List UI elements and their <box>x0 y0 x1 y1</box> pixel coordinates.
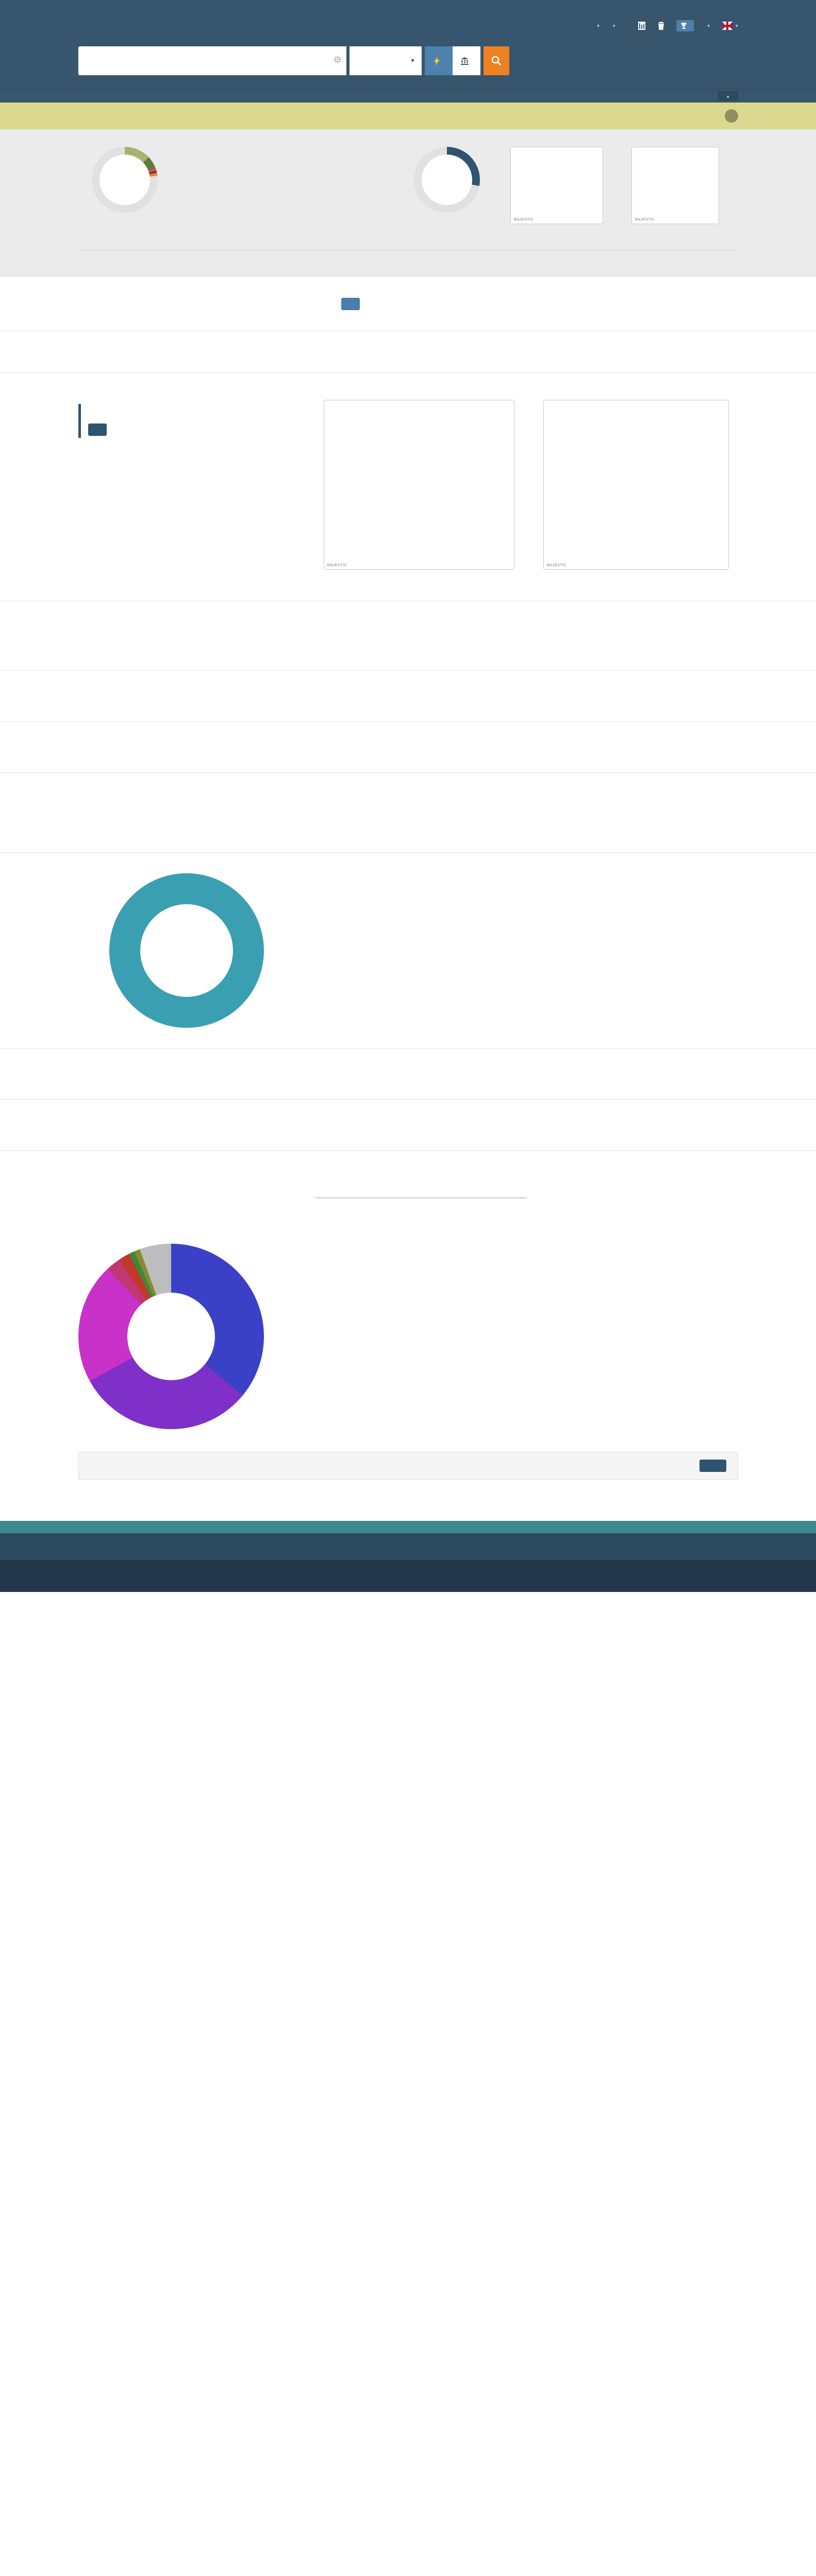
link-graph-alert <box>78 404 305 438</box>
search-button[interactable] <box>484 46 509 75</box>
bank-icon <box>461 57 469 65</box>
backlink-history-section <box>0 721 816 772</box>
nav-support[interactable]: ▾ <box>611 23 615 29</box>
nav-my-account[interactable]: ▾ <box>705 23 710 29</box>
trophy-icon <box>680 22 687 29</box>
fresh-index-button[interactable] <box>425 46 453 75</box>
external-backlinks-group-header <box>527 1187 738 1198</box>
citation-flow-gauge <box>414 147 480 213</box>
improve-strip <box>0 1521 816 1533</box>
site-footer <box>0 1560 816 1592</box>
logo-stars-icon <box>81 19 128 32</box>
link-profile-thumbnail[interactable]: MAJESTIC <box>631 147 719 224</box>
link-density-section <box>0 670 816 721</box>
search-type-select[interactable]: ▼ <box>349 46 422 75</box>
trophy-badge[interactable] <box>676 20 694 31</box>
topical-stacked-bar <box>341 622 738 645</box>
summary-panel: MAJESTIC MAJESTIC <box>0 129 816 276</box>
link-types-donut <box>109 873 264 1028</box>
uk-flag-icon <box>721 22 734 30</box>
backlink-breakdown-section <box>0 772 816 852</box>
link-types-section <box>0 852 816 1048</box>
language-selector[interactable]: ▾ <box>721 22 738 30</box>
index-stats-row <box>78 250 738 261</box>
link-charts-section: MAJESTIC MAJESTIC <box>0 372 816 601</box>
url-info-section <box>0 331 816 372</box>
bucket-icon[interactable] <box>657 21 665 30</box>
topical-trust-flow-section <box>0 601 816 670</box>
nav-tools[interactable]: ▾ <box>595 23 599 29</box>
pdf-report-bar <box>78 1452 738 1480</box>
trust-flow-gauge <box>92 147 158 213</box>
historic-index-button[interactable] <box>453 46 480 75</box>
pdf-report-button[interactable] <box>700 1460 726 1472</box>
top-links-section <box>0 276 816 331</box>
search-input[interactable] <box>84 57 334 65</box>
check-it-out-button[interactable] <box>88 423 107 436</box>
magnifier-icon <box>491 56 502 66</box>
search-options-gear-icon[interactable] <box>334 56 341 66</box>
trust-flow-value <box>99 155 150 205</box>
actions-button[interactable]: ▾ <box>718 91 738 100</box>
more-link-context-button[interactable] <box>341 298 360 310</box>
link-graph-panel[interactable]: MAJESTIC <box>324 400 514 570</box>
duplicate-analysis-section <box>0 1048 816 1099</box>
anchor-text-section <box>0 1150 816 1500</box>
anchor-text-table <box>315 1187 738 1198</box>
report-icon[interactable] <box>638 21 646 30</box>
referring-domains-section <box>0 1099 816 1150</box>
citation-flow-value <box>422 155 472 205</box>
index-footer <box>0 1533 816 1560</box>
domain-switch-notice <box>0 103 816 129</box>
report-tabs: ▾ <box>0 89 816 103</box>
notice-close-button[interactable] <box>725 109 738 123</box>
lightning-icon <box>434 57 440 65</box>
link-profile-panel[interactable]: MAJESTIC <box>543 400 729 570</box>
link-graph-thumbnail[interactable]: MAJESTIC <box>510 147 603 224</box>
anchor-text-pie <box>78 1244 264 1429</box>
app-header: ▾ ▾ ▾ ▾ ▼ <box>0 0 816 89</box>
